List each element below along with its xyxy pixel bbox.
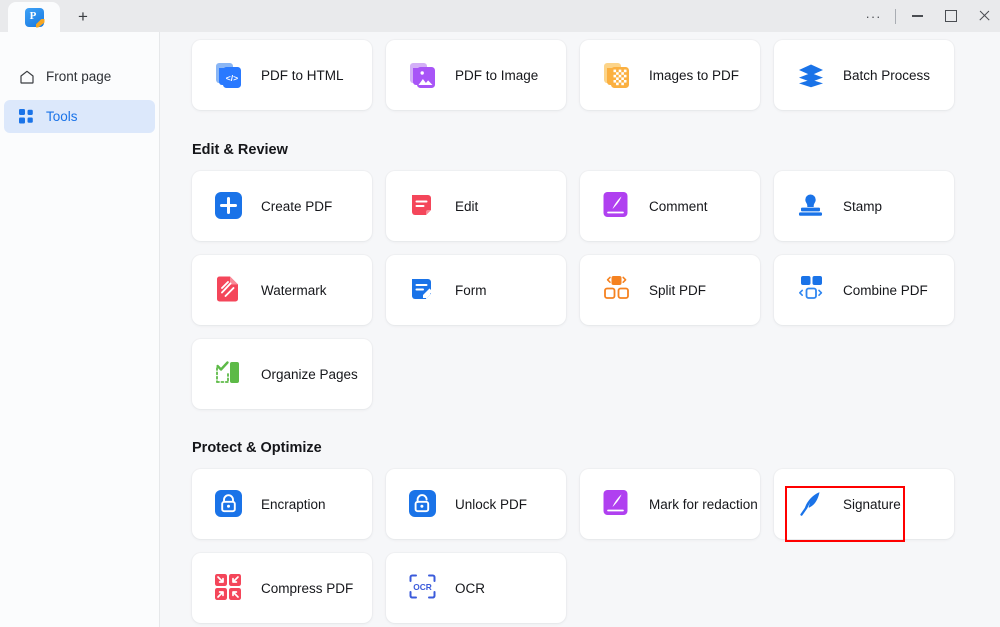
tool-card-label: Stamp: [843, 198, 883, 214]
app-tab[interactable]: P: [8, 2, 60, 32]
tool-card-encryption[interactable]: Encraption: [192, 469, 372, 539]
mark-for-redaction-icon: [602, 489, 632, 519]
pencil-icon: [35, 18, 45, 28]
batch-process-icon: [796, 60, 826, 90]
tool-card-edit[interactable]: Edit: [386, 171, 566, 241]
sidebar-item-label: Tools: [46, 109, 78, 124]
close-button[interactable]: [967, 0, 1000, 32]
stamp-icon: [796, 191, 826, 221]
tool-card-create-pdf[interactable]: Create PDF: [192, 171, 372, 241]
close-icon: [978, 10, 990, 22]
home-icon: [18, 69, 35, 85]
tool-card-signature[interactable]: Signature: [774, 469, 954, 539]
tool-row: Compress PDF OCR OCR: [192, 553, 1000, 623]
divider: [895, 8, 896, 24]
comment-icon: [602, 191, 632, 221]
sidebar-item-tools[interactable]: Tools: [4, 100, 155, 133]
tool-card-label: Unlock PDF: [455, 496, 528, 512]
pdf-to-image-icon: [408, 60, 438, 90]
create-pdf-icon: [214, 191, 244, 221]
encryption-icon: [214, 489, 244, 519]
section-title-edit-review: Edit & Review: [192, 142, 288, 158]
images-to-pdf-icon: [602, 60, 632, 90]
section-title-protect-optimize: Protect & Optimize: [192, 440, 322, 456]
tool-card-label: PDF to HTML: [261, 67, 344, 83]
pdf-to-html-icon: </>: [214, 60, 244, 90]
tool-card-form[interactable]: Form: [386, 255, 566, 325]
tab-strip: P +: [0, 0, 100, 32]
tools-content: </> PDF to HTML PDF to Image Images to P…: [160, 32, 1000, 627]
unlock-pdf-icon: [408, 489, 438, 519]
app-logo-icon: P: [24, 7, 45, 28]
tool-card-label: Images to PDF: [649, 67, 740, 83]
tool-card-label: Compress PDF: [261, 580, 354, 596]
more-options-icon[interactable]: ···: [857, 0, 890, 32]
sidebar-item-label: Front page: [46, 69, 112, 84]
signature-icon: [796, 489, 826, 519]
tool-card-label: Batch Process: [843, 67, 931, 83]
minimize-button[interactable]: [901, 0, 934, 32]
tool-card-label: Form: [455, 282, 487, 298]
split-pdf-icon: [602, 275, 632, 305]
tool-card-pdf-to-image[interactable]: PDF to Image: [386, 40, 566, 110]
tool-card-split-pdf[interactable]: Split PDF: [580, 255, 760, 325]
tool-card-label: Combine PDF: [843, 282, 928, 298]
tool-card-compress-pdf[interactable]: Compress PDF: [192, 553, 372, 623]
tool-card-label: Watermark: [261, 282, 327, 298]
tool-card-comment[interactable]: Comment: [580, 171, 760, 241]
compress-pdf-icon: [214, 573, 244, 603]
tool-card-batch-process[interactable]: Batch Process: [774, 40, 954, 110]
svg-text:OCR: OCR: [413, 582, 432, 592]
tool-card-label: Encraption: [261, 496, 326, 512]
tool-card-pdf-to-html[interactable]: </> PDF to HTML: [192, 40, 372, 110]
minimize-icon: [912, 15, 923, 17]
form-icon: [408, 275, 438, 305]
ocr-icon: OCR: [408, 573, 438, 603]
edit-icon: [408, 191, 438, 221]
new-tab-button[interactable]: +: [66, 1, 100, 31]
tool-card-mark-for-redaction[interactable]: Mark for redaction: [580, 469, 760, 539]
maximize-button[interactable]: [934, 0, 967, 32]
combine-pdf-icon: [796, 275, 826, 305]
tool-row: Encraption Unlock PDF Mark for redaction…: [192, 469, 1000, 539]
tool-card-label: Signature: [843, 496, 901, 512]
tool-card-label: Split PDF: [649, 282, 707, 298]
sidebar: Front page Tools: [0, 32, 160, 627]
tool-card-combine-pdf[interactable]: Combine PDF: [774, 255, 954, 325]
tool-row: Organize Pages: [192, 339, 1000, 409]
tool-card-watermark[interactable]: Watermark: [192, 255, 372, 325]
tool-row: Watermark Form Split PDF Combine PDF: [192, 255, 1000, 325]
tool-card-label: PDF to Image: [455, 67, 539, 83]
tool-card-organize-pages[interactable]: Organize Pages: [192, 339, 372, 409]
maximize-icon: [944, 10, 957, 22]
tool-card-label: OCR: [455, 580, 485, 596]
window-controls: ···: [857, 0, 1000, 32]
tool-card-label: Organize Pages: [261, 366, 358, 382]
tool-card-label: Mark for redaction: [649, 496, 758, 512]
tool-card-images-to-pdf[interactable]: Images to PDF: [580, 40, 760, 110]
tool-card-label: Create PDF: [261, 198, 333, 214]
grid-icon: [18, 109, 35, 124]
tool-card-ocr[interactable]: OCR OCR: [386, 553, 566, 623]
tool-card-unlock-pdf[interactable]: Unlock PDF: [386, 469, 566, 539]
watermark-icon: [214, 275, 244, 305]
app-logo-letter: P: [29, 9, 37, 22]
svg-text:</>: </>: [226, 73, 238, 83]
organize-pages-icon: [214, 359, 244, 389]
tool-card-label: Comment: [649, 198, 708, 214]
tool-row: </> PDF to HTML PDF to Image Images to P…: [192, 40, 1000, 110]
tool-card-label: Edit: [455, 198, 479, 214]
title-bar: P + ···: [0, 0, 1000, 32]
tool-row: Create PDF Edit Comment Stamp: [192, 171, 1000, 241]
sidebar-item-front-page[interactable]: Front page: [4, 60, 155, 93]
tool-card-stamp[interactable]: Stamp: [774, 171, 954, 241]
